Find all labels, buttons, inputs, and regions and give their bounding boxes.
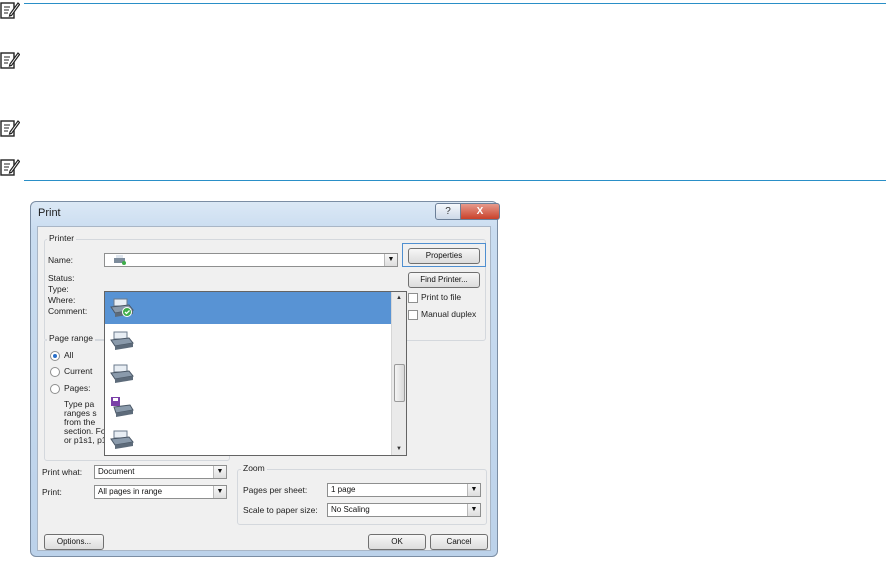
status-label: Status: — [48, 273, 75, 283]
print-value: All pages in range — [98, 487, 163, 496]
printer-icon — [110, 430, 134, 449]
printer-list-item[interactable] — [105, 292, 392, 324]
printer-list-item[interactable] — [105, 358, 392, 390]
type-label: Type: — [48, 284, 69, 294]
printer-icon — [110, 298, 134, 317]
note-icon — [0, 159, 20, 176]
fax-printer-icon — [111, 397, 134, 417]
options-button[interactable]: Options... — [44, 534, 104, 550]
printer-list-item[interactable] — [105, 391, 392, 423]
print-what-select[interactable]: Document ▼ — [94, 465, 227, 479]
printer-group-label: Printer — [47, 233, 77, 243]
scrollbar-thumb[interactable] — [394, 364, 405, 402]
pages-per-sheet-label: Pages per sheet: — [243, 485, 308, 495]
find-printer-button[interactable]: Find Printer... — [408, 272, 480, 288]
print-what-label: Print what: — [42, 467, 83, 477]
chevron-down-icon[interactable]: ▼ — [384, 254, 397, 266]
print-to-file-checkbox[interactable] — [408, 293, 418, 303]
current-label: Current — [64, 366, 93, 376]
print-label: Print: — [42, 487, 62, 497]
printer-icon — [114, 255, 126, 265]
printer-list-item[interactable] — [105, 424, 392, 456]
scroll-down-icon[interactable]: ▼ — [392, 443, 406, 455]
note-icon — [0, 120, 20, 137]
chevron-down-icon[interactable]: ▼ — [467, 484, 480, 496]
close-button[interactable]: X — [460, 203, 500, 220]
scale-label: Scale to paper size: — [243, 505, 318, 515]
divider — [24, 180, 886, 181]
properties-button[interactable]: Properties — [408, 248, 480, 264]
print-what-value: Document — [98, 467, 135, 476]
current-radio[interactable] — [50, 367, 60, 377]
chevron-down-icon[interactable]: ▼ — [213, 486, 226, 498]
pages-radio[interactable] — [50, 384, 60, 394]
page-range-label: Page range — [47, 333, 95, 343]
divider — [24, 3, 886, 4]
chevron-down-icon[interactable]: ▼ — [467, 504, 480, 516]
comment-label: Comment: — [48, 306, 88, 316]
scroll-up-icon[interactable]: ▲ — [392, 292, 406, 304]
where-label: Where: — [48, 295, 76, 305]
note-icon — [0, 2, 20, 19]
chevron-down-icon[interactable]: ▼ — [213, 466, 226, 478]
zoom-label: Zoom — [241, 463, 267, 473]
pages-per-sheet-value: 1 page — [331, 485, 356, 494]
printer-name-select[interactable]: ▼ — [104, 253, 398, 267]
printer-icon — [110, 364, 134, 383]
pages-per-sheet-select[interactable]: 1 page ▼ — [327, 483, 481, 497]
print-dialog: Print ? X Printer Name: ▼ Status: Type: … — [30, 201, 500, 557]
note-icon — [0, 52, 20, 69]
dialog-body: Printer Name: ▼ Status: Type: Where: Com… — [37, 226, 491, 551]
print-select[interactable]: All pages in range ▼ — [94, 485, 227, 499]
dialog-title: Print — [38, 207, 61, 219]
all-radio[interactable] — [50, 351, 60, 361]
cancel-button[interactable]: Cancel — [430, 534, 488, 550]
printer-list-item[interactable] — [105, 325, 392, 357]
name-label: Name: — [48, 255, 74, 265]
dropdown-scrollbar[interactable]: ▲ ▼ — [391, 292, 406, 455]
print-to-file-label: Print to file — [421, 292, 462, 302]
scale-select[interactable]: No Scaling ▼ — [327, 503, 481, 517]
ok-button[interactable]: OK — [368, 534, 426, 550]
pages-label: Pages: — [64, 383, 91, 393]
manual-duplex-checkbox[interactable] — [408, 310, 418, 320]
scale-value: No Scaling — [331, 505, 370, 514]
printer-dropdown-list[interactable]: ▲ ▼ — [104, 291, 407, 456]
manual-duplex-label: Manual duplex — [421, 309, 477, 319]
printer-icon — [110, 331, 134, 350]
help-button[interactable]: ? — [435, 203, 461, 220]
all-label: All — [64, 350, 74, 360]
